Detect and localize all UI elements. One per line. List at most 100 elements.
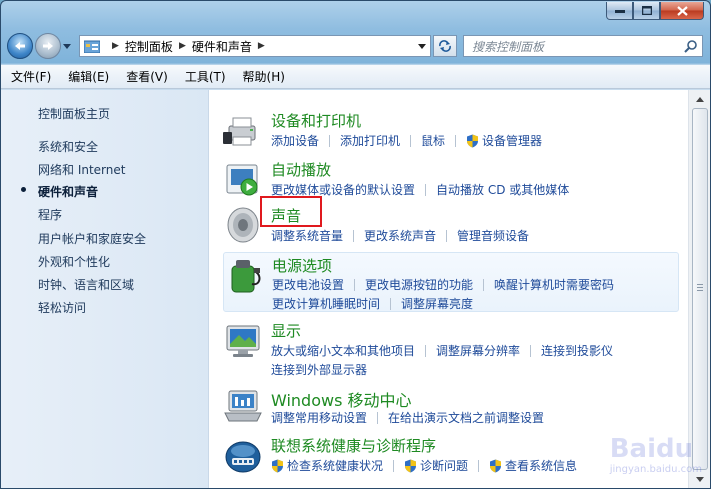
sidebar-item-ease-of-access[interactable]: 轻松访问 [38,299,86,316]
speaker-icon [227,207,259,243]
address-bar[interactable]: ▶ 控制面板 ▶ 硬件和声音 ▶ [79,35,431,57]
link-check-system-health[interactable]: 检查系统健康状况 [287,457,383,474]
breadcrumb-chevron-icon[interactable]: ▶ [179,41,186,51]
link-mouse[interactable]: 鼠标 [421,132,445,149]
forward-button[interactable] [35,33,61,59]
section-title-mobility-center[interactable]: Windows 移动中心 [271,387,412,411]
section-links-power-row2: 更改计算机睡眠时间 调整屏幕亮度 [272,295,473,312]
link-adjust-volume[interactable]: 调整系统音量 [271,227,343,244]
link-adjust-brightness[interactable]: 调整屏幕亮度 [401,295,473,312]
sidebar-item-network-internet[interactable]: 网络和 Internet [38,161,125,178]
uac-shield-icon [405,459,417,472]
link-connect-external-display[interactable]: 连接到外部显示器 [271,361,367,378]
link-add-printer[interactable]: 添加打印机 [340,132,400,149]
sidebar-item-programs[interactable]: 程序 [38,206,62,223]
link-separator [410,134,412,147]
section-links-power-row1: 更改电池设置 更改电源按钮的功能 唤醒计算机时需要密码 [272,276,614,293]
link-separator [455,134,457,147]
breadcrumb-chevron-icon[interactable]: ▶ [112,41,119,51]
section-title-power-options[interactable]: 电源选项 [272,255,332,276]
section-title-autoplay[interactable]: 自动播放 [271,159,331,180]
menu-view[interactable]: 查看(V) [126,68,168,85]
link-separator [393,459,395,472]
watermark-brand: Baidu [609,434,694,464]
watermark-url: jingyan.baidu.com [609,464,702,475]
printer-icon [223,117,256,146]
scrollbar-thumb[interactable] [692,108,708,470]
link-separator [425,183,427,196]
link-separator [483,278,485,291]
menu-tools[interactable]: 工具(T) [185,68,226,85]
vertical-scrollbar[interactable] [688,90,710,488]
menu-bar: 文件(F) 编辑(E) 查看(V) 工具(T) 帮助(H) [1,65,710,89]
section-title-display[interactable]: 显示 [271,320,301,341]
link-resize-text[interactable]: 放大或缩小文本和其他项目 [271,342,415,359]
link-separator [425,344,427,357]
link-separator [530,344,532,357]
menu-edit[interactable]: 编辑(E) [68,68,109,85]
link-presentation-settings[interactable]: 在给出演示文档之前调整设置 [388,409,544,426]
sidebar-item-control-panel-home[interactable]: 控制面板主页 [38,105,110,122]
link-view-system-info[interactable]: 查看系统信息 [505,457,577,474]
section-links-mobility: 调整常用移动设置 在给出演示文档之前调整设置 [271,409,544,426]
section-power-options: 电源选项 更改电池设置 更改电源按钮的功能 唤醒计算机时需要密码 更改计算机睡眠… [223,252,679,312]
close-button[interactable] [660,2,704,20]
sidebar-item-user-accounts[interactable]: 用户帐户和家庭安全 [38,230,146,247]
link-manage-audio-devices[interactable]: 管理音频设备 [457,227,529,244]
sidebar-item-clock-language[interactable]: 时钟、语言和区域 [38,276,134,293]
uac-shield-icon [490,459,502,472]
link-change-battery-settings[interactable]: 更改电池设置 [272,276,344,293]
link-add-device[interactable]: 添加设备 [271,132,319,149]
grip-icon [697,284,703,291]
link-device-manager[interactable]: 设备管理器 [482,132,542,149]
refresh-button[interactable] [433,35,457,57]
link-diagnose-problems[interactable]: 诊断问题 [420,457,468,474]
link-autoplay-cd[interactable]: 自动播放 CD 或其他媒体 [436,181,569,198]
highlight-box [260,196,322,227]
link-separator [354,278,356,291]
arrow-down-icon [696,476,704,482]
power-icon [231,260,261,293]
link-change-system-sounds[interactable]: 更改系统声音 [364,227,436,244]
link-change-sleep-time[interactable]: 更改计算机睡眠时间 [272,295,380,312]
section-links-health: 检查系统健康状况 诊断问题 查看系统信息 [271,457,577,474]
arrow-up-icon [696,96,704,102]
menu-help[interactable]: 帮助(H) [243,68,285,85]
link-connect-projector[interactable]: 连接到投影仪 [541,342,613,359]
link-separator [446,229,448,242]
sidebar-item-appearance[interactable]: 外观和个性化 [38,253,110,270]
link-separator [329,134,331,147]
link-change-power-buttons[interactable]: 更改电源按钮的功能 [365,276,473,293]
left-navigation-pane: 控制面板主页 系统和安全 网络和 Internet 硬件和声音 程序 用户帐户和… [1,90,209,488]
caption-buttons [606,2,704,20]
link-require-password-on-wake[interactable]: 唤醒计算机时需要密码 [494,276,614,293]
scroll-up-button[interactable] [692,91,708,107]
maximize-button[interactable] [633,2,660,20]
chevron-down-icon [63,43,71,49]
section-title-health-diagnostics[interactable]: 联想系统健康与诊断程序 [271,435,436,456]
navigation-bar: ▶ 控制面板 ▶ 硬件和声音 ▶ 搜索控制面板 [7,31,705,61]
section-title-devices-printers[interactable]: 设备和打印机 [271,110,361,131]
menu-file[interactable]: 文件(F) [11,68,51,85]
sidebar-item-system-security[interactable]: 系统和安全 [38,138,98,155]
search-box[interactable]: 搜索控制面板 [463,35,703,57]
category-list: 设备和打印机 添加设备 添加打印机 鼠标 设备管理器 自动播放 更改媒体或设备的… [209,90,687,488]
link-adjust-mobility-settings[interactable]: 调整常用移动设置 [271,409,367,426]
minimize-button[interactable] [606,2,633,20]
search-icon[interactable] [684,39,698,53]
section-links-display-row1: 放大或缩小文本和其他项目 调整屏幕分辨率 连接到投影仪 [271,342,613,359]
recent-pages-dropdown[interactable] [63,42,75,51]
link-separator [353,229,355,242]
link-separator [377,411,379,424]
search-input[interactable]: 搜索控制面板 [472,38,544,55]
section-display: 显示 放大或缩小文本和其他项目 调整屏幕分辨率 连接到投影仪 连接到外部显示器 [223,320,679,380]
uac-shield-icon [272,459,283,472]
link-adjust-resolution[interactable]: 调整屏幕分辨率 [436,342,520,359]
address-history-dropdown[interactable] [414,36,430,56]
back-button[interactable] [7,33,33,59]
breadcrumb-chevron-icon[interactable]: ▶ [258,41,265,51]
breadcrumb-hardware-sound[interactable]: 硬件和声音 [192,38,252,55]
breadcrumb-control-panel[interactable]: 控制面板 [125,38,173,55]
section-devices-printers: 设备和打印机 添加设备 添加打印机 鼠标 设备管理器 [223,110,679,150]
display-icon [226,325,260,357]
